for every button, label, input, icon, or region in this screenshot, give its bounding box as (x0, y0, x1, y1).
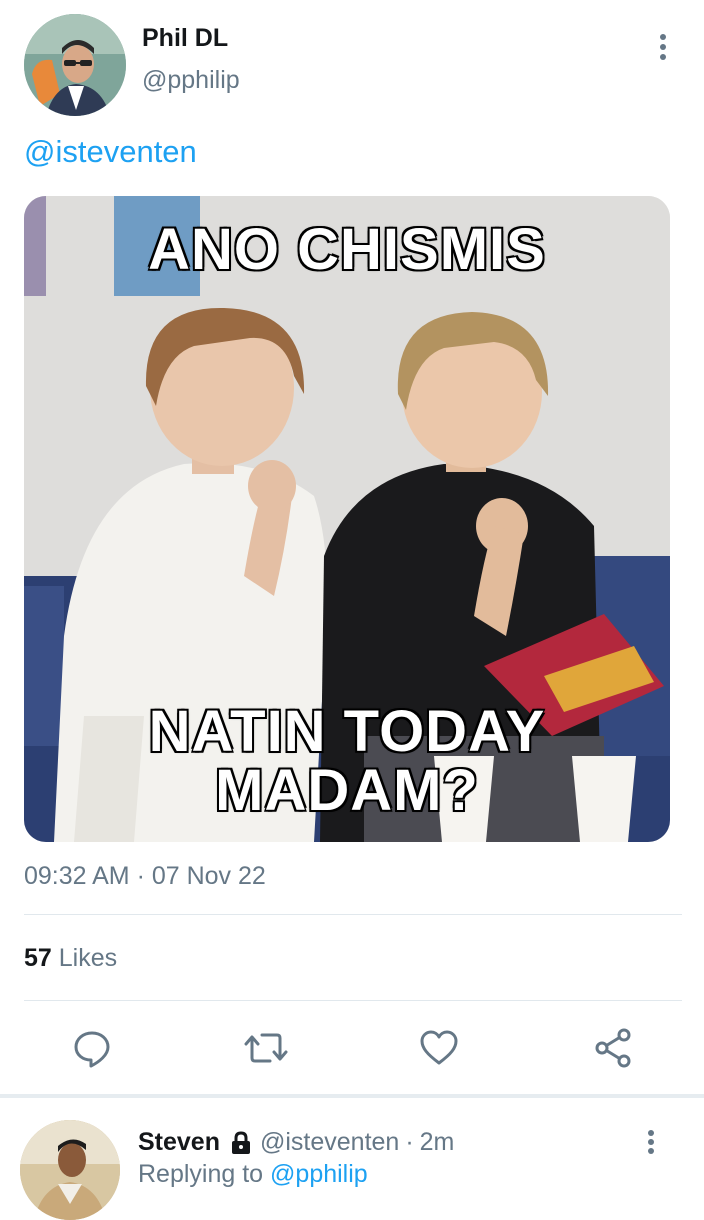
meme-caption-top: ANO CHISMIS (147, 217, 546, 282)
meme-caption-bottom-line1: NATIN TODAY (148, 699, 546, 764)
share-button[interactable] (592, 1026, 636, 1070)
likes-label: Likes (58, 944, 118, 972)
tweet-text-mention[interactable]: @isteventen (24, 134, 197, 170)
tweet-media-image[interactable]: ANO CHISMIS NATIN TODAY MADAM? (24, 196, 670, 842)
replying-to-handle[interactable]: @pphilip (270, 1160, 368, 1188)
divider (24, 1000, 682, 1001)
more-dot (660, 54, 666, 60)
likes-summary[interactable]: 57 Likes (24, 944, 117, 973)
reply-time[interactable]: 2m (420, 1128, 455, 1157)
retweet-icon (244, 1033, 288, 1063)
like-button[interactable] (417, 1026, 461, 1070)
reply-avatar-image (20, 1120, 120, 1220)
divider (24, 914, 682, 915)
author-name[interactable]: Phil DL (142, 24, 228, 53)
heart-icon (420, 1030, 458, 1065)
more-dot (648, 1139, 654, 1145)
reply-header: Steven @isteventen · 2m (138, 1128, 454, 1157)
meme-caption-bottom: NATIN TODAY MADAM? (24, 699, 670, 824)
reply-author-name[interactable]: Steven (138, 1128, 220, 1157)
more-dot (660, 44, 666, 50)
replying-to-prefix: Replying to (138, 1160, 264, 1188)
author-avatar[interactable] (24, 14, 126, 116)
reply-author-avatar[interactable] (20, 1120, 120, 1220)
reply-author-handle[interactable]: @isteventen (260, 1128, 399, 1157)
reply-more-options-icon[interactable] (638, 1128, 664, 1156)
reply-separator: · (405, 1128, 414, 1156)
replying-to-line: Replying to @pphilip (138, 1160, 368, 1189)
tweet-timestamp[interactable]: 09:32 AM · 07 Nov 22 (24, 862, 266, 891)
section-divider (0, 1094, 704, 1098)
comment-icon (74, 1031, 110, 1068)
reply-button[interactable] (70, 1026, 114, 1070)
author-handle[interactable]: @pphilip (142, 66, 240, 95)
retweet-button[interactable] (244, 1026, 288, 1070)
lock-icon (231, 1130, 250, 1154)
more-options-icon[interactable] (650, 30, 676, 64)
share-icon (595, 1028, 631, 1068)
author-avatar-image (24, 14, 126, 116)
more-dot (660, 34, 666, 40)
tweet-actions-bar (0, 1026, 704, 1070)
more-dot (648, 1130, 654, 1136)
meme-caption-bottom-line2: MADAM? (214, 758, 479, 824)
likes-count: 57 (24, 944, 52, 972)
more-dot (648, 1148, 654, 1154)
